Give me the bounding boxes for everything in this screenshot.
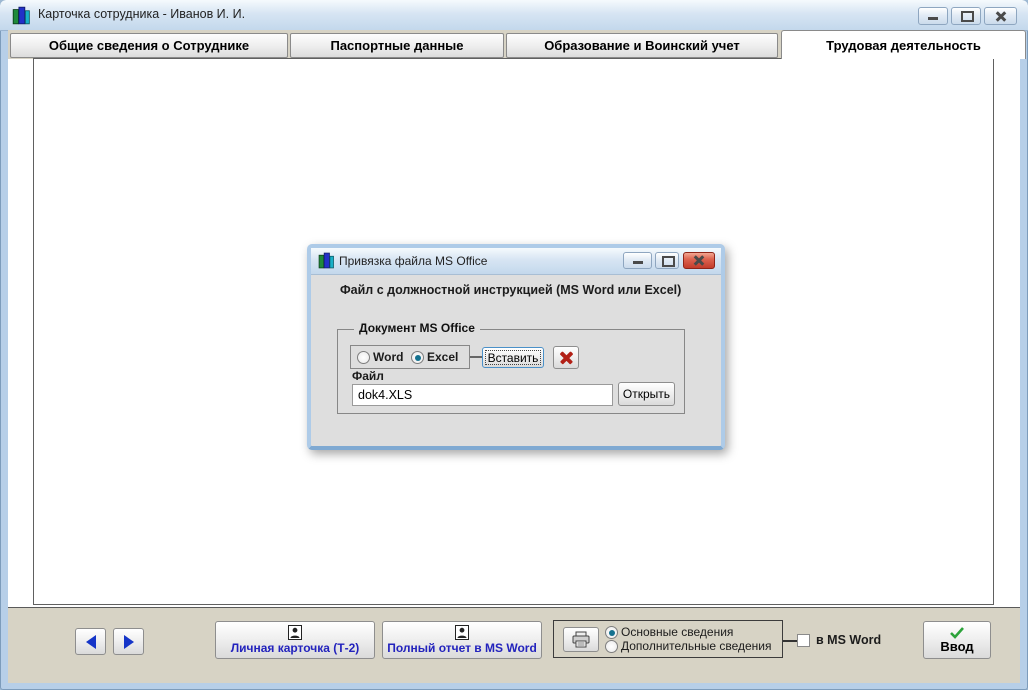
- group-legend: Документ MS Office: [354, 321, 480, 335]
- books-icon: [12, 6, 30, 25]
- file-label: Файл: [352, 369, 384, 383]
- personal-card-t2-button[interactable]: Личная карточка (Т-2): [215, 621, 375, 659]
- close-button[interactable]: [984, 7, 1017, 25]
- prev-record-button[interactable]: [75, 628, 106, 655]
- dialog-title: Привязка файла MS Office: [339, 254, 488, 268]
- file-path-field[interactable]: dok4.XLS: [352, 384, 613, 406]
- connector-line: [783, 640, 797, 642]
- insert-button[interactable]: Вставить: [482, 347, 544, 368]
- print-button[interactable]: [563, 627, 599, 652]
- ms-office-link-dialog: Привязка файла MS Office Файл с должност…: [307, 244, 725, 450]
- app-window: Карточка сотрудника - Иванов И. И. Общие…: [0, 0, 1028, 690]
- arrow-right-icon: [123, 634, 134, 649]
- printer-icon: [572, 631, 590, 648]
- tab-passport[interactable]: Паспортные данные: [290, 33, 504, 58]
- excel-radio[interactable]: [411, 351, 424, 364]
- print-additional-label: Дополнительные сведения: [621, 639, 772, 653]
- word-radio[interactable]: [357, 351, 370, 364]
- msword-checkbox-label: в MS Word: [816, 633, 882, 647]
- tab-labor-activity[interactable]: Трудовая деятельность: [781, 30, 1026, 59]
- print-additional-radio[interactable]: [605, 640, 618, 653]
- delete-link-button[interactable]: [553, 346, 579, 369]
- full-report-word-button[interactable]: Полный отчет в MS Word: [382, 621, 542, 659]
- maximize-button[interactable]: [951, 7, 981, 25]
- next-record-button[interactable]: [113, 628, 144, 655]
- word-radio-label: Word: [373, 350, 404, 364]
- dialog-minimize-button[interactable]: [623, 252, 652, 269]
- dialog-maximize-button[interactable]: [655, 252, 679, 269]
- check-icon: [950, 626, 964, 639]
- msword-checkbox[interactable]: [797, 634, 810, 647]
- dialog-close-button[interactable]: [683, 252, 715, 269]
- tab-general[interactable]: Общие сведения о Сотруднике: [10, 33, 288, 58]
- client-area: Общие сведения о Сотруднике Паспортные д…: [8, 30, 1026, 683]
- enter-button[interactable]: Ввод: [923, 621, 991, 659]
- ms-office-document-group: Документ MS Office Word Excel Вставить Ф…: [337, 321, 685, 414]
- connector-line: [470, 356, 482, 358]
- title-bar: Карточка сотрудника - Иванов И. И.: [0, 0, 1028, 31]
- window-title: Карточка сотрудника - Иванов И. И.: [38, 7, 246, 21]
- tab-education[interactable]: Образование и Воинский учет: [506, 33, 778, 58]
- print-main-radio[interactable]: [605, 626, 618, 639]
- dialog-heading: Файл с должностной инструкцией (MS Word …: [340, 283, 682, 297]
- arrow-left-icon: [85, 634, 96, 649]
- format-radio-box: Word Excel: [350, 345, 470, 369]
- excel-radio-label: Excel: [427, 350, 459, 364]
- person-card-icon: [288, 625, 302, 640]
- open-file-button[interactable]: Открыть: [618, 382, 675, 406]
- dialog-title-bar: Привязка файла MS Office: [311, 248, 721, 275]
- minimize-button[interactable]: [918, 7, 948, 25]
- books-icon: [318, 252, 334, 269]
- person-card-icon: [455, 625, 469, 640]
- tab-strip: Общие сведения о Сотруднике Паспортные д…: [8, 30, 1026, 59]
